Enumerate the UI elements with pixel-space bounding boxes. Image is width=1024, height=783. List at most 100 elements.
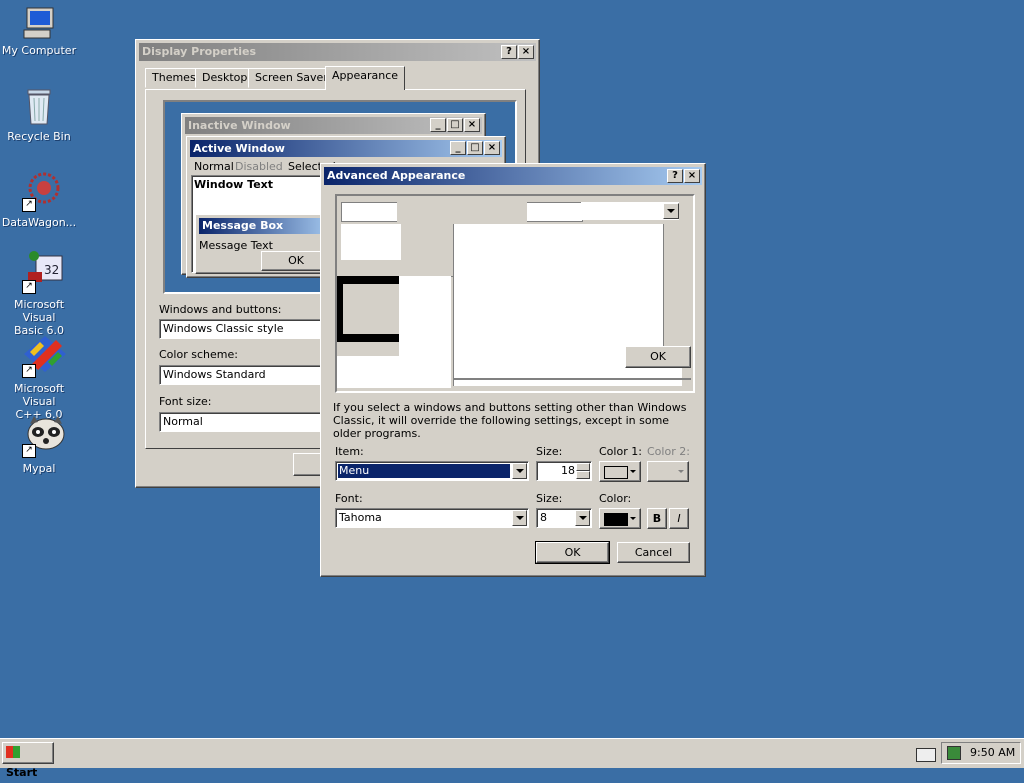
spin-up-icon[interactable] xyxy=(576,463,590,471)
font-size-select[interactable]: 8 xyxy=(536,508,592,528)
color2-label: Color 2: xyxy=(647,445,690,458)
color2-picker[interactable] xyxy=(647,461,689,482)
chevron-down-icon[interactable] xyxy=(512,463,527,479)
preview-panel xyxy=(341,224,401,260)
help-button[interactable]: ? xyxy=(501,45,517,59)
color1-label: Color 1: xyxy=(599,445,642,458)
preview-white-panel xyxy=(399,276,451,388)
color-scheme-value: Windows Standard xyxy=(163,368,266,381)
cancel-button[interactable]: Cancel xyxy=(617,542,690,563)
advanced-preview[interactable]: OK xyxy=(335,194,695,393)
close-icon: × xyxy=(484,141,500,155)
dialog-title: Advanced Appearance xyxy=(327,169,466,182)
preview-msgbox-titlebar: Message Box xyxy=(199,218,333,234)
advanced-appearance-dialog: Advanced Appearance ? × OK If you select… xyxy=(320,163,706,577)
shortcut-arrow-icon: ↗ xyxy=(22,280,36,294)
network-tray-icon[interactable] xyxy=(947,746,961,760)
ok-button[interactable]: OK xyxy=(535,541,610,564)
window-title: Display Properties xyxy=(142,45,257,58)
font-size-label: Size: xyxy=(536,492,563,505)
item-value: Menu xyxy=(339,464,370,477)
keyboard-icon[interactable] xyxy=(916,748,936,762)
preview-menu-normal: Normal xyxy=(194,160,234,173)
close-button[interactable]: × xyxy=(518,45,534,59)
item-size-label: Size: xyxy=(536,445,563,458)
clock[interactable]: 9:50 AM xyxy=(970,746,1015,759)
visual-basic-icon: 32 ↗ xyxy=(22,250,63,294)
preview-inactive-titlebar: Inactive Window _ □ × xyxy=(185,117,482,134)
preview-divider xyxy=(453,378,691,380)
desktop-icon-my-computer[interactable]: My Computer xyxy=(0,6,78,57)
chevron-down-icon[interactable] xyxy=(512,510,527,526)
preview-message-box: Message Box Message Text OK xyxy=(195,214,337,274)
preview-dark-frame-inner xyxy=(343,284,399,334)
preview-active-titlebar: Active Window _ □ × xyxy=(190,140,502,157)
close-button[interactable]: × xyxy=(684,169,700,183)
help-button[interactable]: ? xyxy=(667,169,683,183)
shortcut-arrow-icon: ↗ xyxy=(22,198,36,212)
color1-swatch xyxy=(604,466,628,479)
tab-screen-saver[interactable]: Screen Saver xyxy=(248,68,335,88)
preview-msgbox-title: Message Box xyxy=(202,219,284,232)
display-properties-titlebar[interactable]: Display Properties ? × xyxy=(139,43,536,61)
desktop-icon-vb6[interactable]: 32 ↗ Microsoft Visual Basic 6.0 xyxy=(0,250,78,337)
item-label: Item: xyxy=(335,445,364,458)
bold-button[interactable]: B xyxy=(647,508,667,529)
color1-picker[interactable] xyxy=(599,461,641,482)
tab-strip: Themes Desktop Screen Saver Appearance xyxy=(145,66,525,90)
item-size-spinner[interactable]: 18 xyxy=(536,461,592,481)
italic-button[interactable]: I xyxy=(669,508,689,529)
maximize-icon: □ xyxy=(447,118,463,132)
start-button[interactable]: Start xyxy=(2,742,54,779)
item-size-value: 18 xyxy=(561,464,575,477)
spin-down-icon[interactable] xyxy=(576,471,590,479)
chevron-down-icon xyxy=(630,470,636,473)
preview-active-title: Active Window xyxy=(193,142,285,155)
font-color-swatch xyxy=(604,513,628,526)
font-color-picker[interactable] xyxy=(599,508,641,529)
tab-appearance[interactable]: Appearance xyxy=(325,66,406,90)
chevron-down-icon xyxy=(678,470,684,473)
preview-toolbar xyxy=(337,260,453,277)
chevron-down-icon xyxy=(630,517,636,520)
preview-dropdown xyxy=(581,202,679,220)
chevron-down-icon xyxy=(663,203,679,219)
desktop-icon-mypal[interactable]: ↗ Mypal xyxy=(0,414,78,475)
desktop-icon-label: My Computer xyxy=(1,44,77,57)
windows-and-buttons-label: Windows and buttons: xyxy=(159,303,282,316)
preview-ok-button: OK xyxy=(625,346,691,368)
font-select[interactable]: Tahoma xyxy=(335,508,529,528)
desktop-icon-datawagon[interactable]: ↗ DataWagon... xyxy=(0,168,78,229)
font-color-label: Color: xyxy=(599,492,632,505)
desktop-icon-label: Recycle Bin xyxy=(7,130,71,143)
item-select[interactable]: Menu xyxy=(335,461,529,481)
font-value: Tahoma xyxy=(339,511,382,524)
desktop-icon-recycle-bin[interactable]: Recycle Bin xyxy=(0,86,78,143)
mypal-raccoon-icon: ↗ xyxy=(22,414,65,458)
shortcut-arrow-icon: ↗ xyxy=(22,444,36,458)
desktop-icon-vcpp6[interactable]: ↗ Microsoft Visual C++ 6.0 xyxy=(0,334,78,421)
font-size-value: 8 xyxy=(540,511,547,524)
desktop-icon-label: Mypal xyxy=(22,462,56,475)
windows-and-buttons-value: Windows Classic style xyxy=(163,322,284,335)
my-computer-icon xyxy=(22,6,56,40)
minimize-icon: _ xyxy=(430,118,446,132)
minimize-icon: _ xyxy=(450,141,466,155)
datawagon-icon: ↗ xyxy=(22,168,60,212)
close-icon: × xyxy=(464,118,480,132)
preview-menu-disabled: Disabled xyxy=(235,160,283,173)
chevron-down-icon[interactable] xyxy=(575,510,590,526)
preview-window-text: Window Text xyxy=(194,178,274,191)
preview-inactive-title: Inactive Window xyxy=(188,119,291,132)
font-label: Font: xyxy=(335,492,363,505)
desktop-icon-label: Microsoft Visual xyxy=(13,382,65,408)
desktop-icon-label: Microsoft Visual xyxy=(13,298,65,324)
font-size-value: Normal xyxy=(163,415,203,428)
font-size-label: Font size: xyxy=(159,395,212,408)
preview-scrollbar xyxy=(663,224,682,350)
tab-desktop[interactable]: Desktop xyxy=(195,68,255,88)
preview-white-panel-2 xyxy=(337,356,399,388)
maximize-icon: □ xyxy=(467,141,483,155)
advanced-appearance-titlebar[interactable]: Advanced Appearance ? × xyxy=(324,167,702,185)
preview-menu-item xyxy=(397,196,527,226)
